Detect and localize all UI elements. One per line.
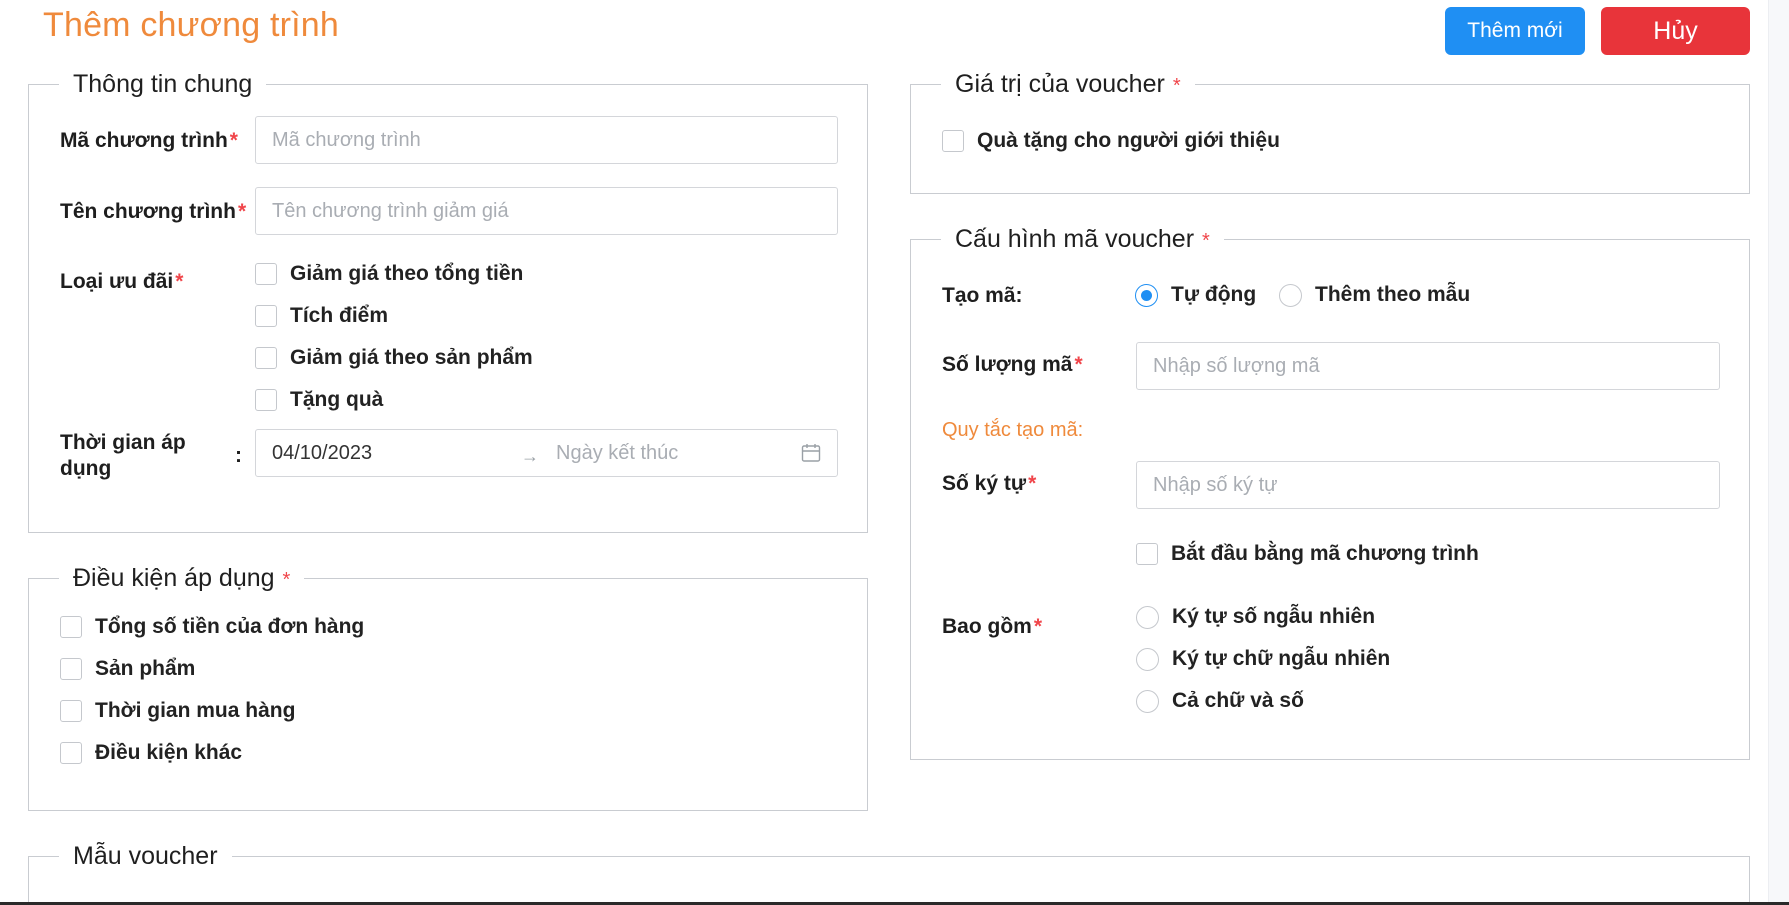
program-name-input[interactable]: [255, 187, 838, 235]
checkbox[interactable]: [255, 347, 277, 369]
vertical-scrollbar[interactable]: [1768, 0, 1789, 905]
checkbox[interactable]: [255, 263, 277, 285]
required-mark: *: [282, 569, 291, 591]
offer-type-option-points[interactable]: Tích điểm: [255, 304, 388, 328]
offer-type-label: Loại ưu đãi*: [60, 270, 184, 293]
checkbox[interactable]: [255, 389, 277, 411]
conditions-section: Điều kiện áp dụng * Tổng số tiền của đơn …: [28, 563, 868, 811]
radio[interactable]: [1136, 605, 1159, 629]
conditions-legend: Điều kiện áp dụng *: [59, 563, 305, 595]
page: Thêm chương trình Thêm mới Hủy Thông tin…: [0, 0, 1768, 905]
required-mark: *: [1074, 353, 1083, 376]
code-count-label: Số lượng mã*: [942, 353, 1083, 376]
condition-product[interactable]: Sản phẩm: [60, 657, 195, 681]
radio[interactable]: [1136, 647, 1159, 671]
char-count-input[interactable]: [1136, 461, 1720, 509]
condition-order-total[interactable]: Tổng số tiền của đơn hàng: [60, 615, 364, 639]
voucher-template-legend: Mẫu voucher: [59, 841, 232, 871]
create-code-template-radio[interactable]: Thêm theo mẫu: [1279, 283, 1470, 307]
calendar-icon[interactable]: [801, 443, 821, 463]
checkbox[interactable]: [60, 700, 82, 722]
checkbox[interactable]: [60, 742, 82, 764]
offer-type-option-total[interactable]: Giảm giá theo tổng tiền: [255, 262, 523, 286]
code-count-input[interactable]: [1136, 342, 1720, 390]
general-info-legend: Thông tin chung: [59, 69, 267, 99]
voucher-value-section: Giá trị của voucher * Quà tặng cho người …: [910, 69, 1750, 194]
checkbox[interactable]: [60, 658, 82, 680]
apply-time-colon: :: [235, 444, 242, 467]
required-mark: *: [237, 200, 247, 223]
start-with-code-option[interactable]: Bắt đầu bằng mã chương trình: [1136, 542, 1479, 566]
program-name-label: Tên chương trình*: [60, 200, 247, 223]
char-count-label: Số ký tự*: [942, 472, 1037, 495]
includes-letters-radio[interactable]: Ký tự chữ ngẫu nhiên: [1136, 647, 1390, 671]
referrer-gift-option[interactable]: Quà tặng cho người giới thiệu: [942, 129, 1280, 153]
condition-purchase-time[interactable]: Thời gian mua hàng: [60, 699, 295, 723]
general-info-section: Thông tin chung Mã chương trình* Tên chư…: [28, 69, 868, 533]
date-range-picker[interactable]: 04/10/2023 → Ngày kết thúc: [255, 429, 838, 477]
includes-label: Bao gồm*: [942, 615, 1043, 638]
code-config-section: Cấu hình mã voucher * Tạo mã: Tự động Thê…: [910, 224, 1750, 760]
checkbox[interactable]: [1136, 543, 1158, 565]
apply-time-label: Thời gian áp dụng: [60, 431, 186, 480]
required-mark: *: [1202, 230, 1210, 252]
create-code-auto-radio[interactable]: Tự động: [1135, 283, 1256, 307]
radio-selected[interactable]: [1135, 283, 1158, 307]
cancel-button[interactable]: Hủy: [1601, 7, 1750, 55]
add-new-button[interactable]: Thêm mới: [1445, 7, 1585, 55]
offer-type-option-gift[interactable]: Tặng quà: [255, 388, 383, 412]
condition-other[interactable]: Điều kiện khác: [60, 741, 242, 765]
checkbox[interactable]: [255, 305, 277, 327]
checkbox[interactable]: [60, 616, 82, 638]
end-date-input[interactable]: Ngày kết thúc: [556, 442, 678, 465]
includes-both-radio[interactable]: Cả chữ và số: [1136, 689, 1304, 713]
program-code-input[interactable]: [255, 116, 838, 164]
page-title: Thêm chương trình: [43, 6, 340, 44]
start-date-input[interactable]: 04/10/2023: [272, 442, 372, 465]
required-mark: *: [1033, 615, 1043, 638]
voucher-value-legend: Giá trị của voucher *: [941, 69, 1195, 101]
program-code-label: Mã chương trình*: [60, 129, 238, 152]
radio[interactable]: [1279, 283, 1302, 307]
create-code-label: Tạo mã:: [942, 284, 1023, 307]
offer-type-option-product[interactable]: Giảm giá theo sản phẩm: [255, 346, 533, 370]
voucher-template-section: Mẫu voucher: [28, 841, 1750, 905]
code-config-legend: Cấu hình mã voucher *: [941, 224, 1224, 256]
checkbox[interactable]: [942, 130, 964, 152]
date-range-arrow-icon: →: [521, 446, 539, 466]
radio[interactable]: [1136, 689, 1159, 713]
required-mark: *: [1172, 75, 1181, 97]
required-mark: *: [1028, 472, 1037, 495]
required-mark: *: [229, 129, 238, 152]
code-rule-heading: Quy tắc tạo mã:: [942, 419, 1084, 441]
required-mark: *: [175, 270, 184, 293]
includes-numbers-radio[interactable]: Ký tự số ngẫu nhiên: [1136, 605, 1375, 629]
